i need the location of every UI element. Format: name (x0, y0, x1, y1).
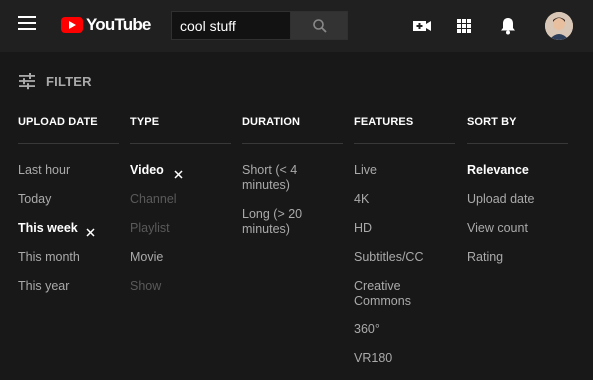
filter-vr180[interactable]: VR180 (354, 351, 392, 366)
upload-date-column: UPLOAD DATE Last hour Today This week Th… (18, 116, 119, 293)
masthead: YouTube (0, 0, 593, 52)
filter-this-year[interactable]: This year (18, 279, 69, 294)
filter-video[interactable]: Video (130, 163, 164, 178)
duration-column: DURATION Short (< 4 minutes) Long (> 20 … (242, 116, 343, 236)
filter-creative-commons[interactable]: Creative Commons (354, 279, 424, 309)
sort-view-count[interactable]: View count (467, 221, 528, 236)
filter-playlist: Playlist (130, 221, 170, 235)
filter-channel: Channel (130, 192, 177, 206)
logo-text: YouTube (86, 15, 151, 34)
upload-date-header: UPLOAD DATE (18, 116, 119, 144)
filter-4k[interactable]: 4K (354, 192, 369, 207)
notifications-icon[interactable] (497, 15, 519, 37)
filter-live[interactable]: Live (354, 163, 377, 178)
filter-show: Show (130, 279, 162, 293)
search-button[interactable] (290, 11, 348, 40)
menu-icon[interactable] (18, 16, 38, 36)
tune-icon (19, 73, 35, 90)
filter-this-week[interactable]: This week (18, 221, 78, 236)
apps-icon[interactable] (453, 15, 475, 37)
remove-this-week-icon[interactable] (86, 224, 95, 237)
create-video-icon[interactable] (411, 15, 433, 37)
sort-relevance[interactable]: Relevance (467, 163, 529, 178)
filter-last-hour[interactable]: Last hour (18, 163, 70, 178)
features-column: FEATURES Live 4K HD Subtitles/CC Creativ… (354, 116, 455, 365)
sort-rating[interactable]: Rating (467, 250, 503, 265)
filter-short[interactable]: Short (< 4 minutes) (242, 163, 322, 193)
youtube-logo[interactable]: YouTube (61, 15, 151, 35)
filter-subtitles-cc[interactable]: Subtitles/CC (354, 250, 423, 265)
filter-360[interactable]: 360° (354, 322, 380, 337)
duration-header: DURATION (242, 116, 343, 144)
filter-hd[interactable]: HD (354, 221, 372, 236)
filter-this-month[interactable]: This month (18, 250, 80, 265)
filter-movie[interactable]: Movie (130, 250, 163, 265)
youtube-play-icon (61, 17, 83, 33)
filter-toggle[interactable]: FILTER (18, 72, 92, 90)
type-column: TYPE Video Channel Playlist Movie Show (130, 116, 231, 293)
sort-by-header: SORT BY (467, 116, 568, 144)
features-header: FEATURES (354, 116, 455, 144)
type-header: TYPE (130, 116, 231, 144)
search-icon (313, 19, 327, 33)
sort-by-column: SORT BY Relevance Upload date View count… (467, 116, 568, 264)
filter-long[interactable]: Long (> 20 minutes) (242, 207, 322, 237)
filter-today[interactable]: Today (18, 192, 51, 207)
filter-label: FILTER (46, 73, 92, 89)
avatar[interactable] (545, 12, 573, 40)
remove-video-icon[interactable] (174, 166, 183, 179)
sort-upload-date[interactable]: Upload date (467, 192, 534, 207)
search-input[interactable] (171, 11, 290, 40)
